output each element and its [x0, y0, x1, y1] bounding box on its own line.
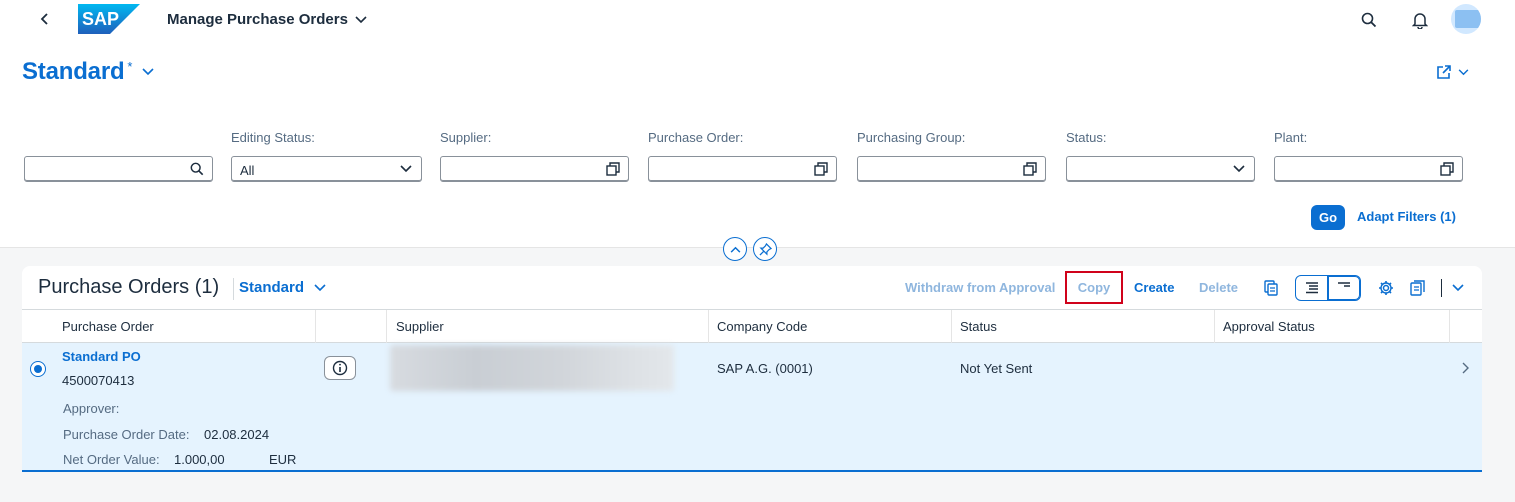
- copy-rows-icon[interactable]: [1260, 277, 1282, 299]
- filter-editing-status: Editing Status: All: [231, 130, 422, 182]
- supplier-input[interactable]: [440, 156, 629, 182]
- variant-selector[interactable]: Standard *: [22, 58, 155, 86]
- editing-status-value: All: [240, 163, 255, 178]
- filter-search: [24, 130, 213, 182]
- avatar[interactable]: [1451, 4, 1481, 34]
- search-input[interactable]: [24, 156, 213, 182]
- column-header-approval-status[interactable]: Approval Status: [1215, 310, 1450, 343]
- plant-input[interactable]: [1274, 156, 1463, 182]
- svg-text:SAP: SAP: [82, 9, 119, 29]
- value-help-icon[interactable]: [1439, 161, 1455, 177]
- table-variant-label: Standard: [239, 279, 305, 296]
- company-code-value: SAP A.G. (0001): [717, 361, 813, 376]
- table-row[interactable]: Standard PO 4500070413 SAP A.G. (0001) N…: [22, 343, 1482, 472]
- po-date-label: Purchase Order Date:: [63, 427, 190, 442]
- export-icon[interactable]: [1407, 277, 1429, 299]
- status-label: Status:: [1066, 130, 1107, 145]
- toolbar-divider: [1441, 279, 1442, 297]
- column-header-status[interactable]: Status: [952, 310, 1215, 343]
- currency: EUR: [269, 452, 297, 467]
- purchase-orders-table: Purchase Orders (1) Standard Withdraw fr…: [22, 266, 1482, 472]
- search-icon[interactable]: [1358, 9, 1380, 31]
- chevron-down-icon: [142, 68, 155, 76]
- column-header-actions: [316, 310, 387, 343]
- expand-rows-icon[interactable]: [1328, 275, 1361, 301]
- chevron-down-icon: [1231, 161, 1247, 177]
- chevron-right-icon[interactable]: [1458, 359, 1472, 377]
- status-select[interactable]: [1066, 156, 1255, 182]
- chevron-down-icon: [314, 283, 326, 291]
- net-value: 1.000,00: [174, 452, 225, 467]
- table-title: Purchase Orders (1): [38, 276, 220, 298]
- app-title: Manage Purchase Orders: [167, 11, 348, 28]
- column-header-supplier[interactable]: Supplier: [387, 310, 709, 343]
- purchasing-group-input[interactable]: [857, 156, 1046, 182]
- value-help-icon[interactable]: [1022, 161, 1038, 177]
- search-icon[interactable]: [189, 161, 205, 177]
- pin-icon: [758, 242, 772, 256]
- net-value-label: Net Order Value:: [63, 452, 160, 467]
- sap-logo: SAP: [78, 4, 140, 34]
- shell-bar: SAP Manage Purchase Orders: [0, 0, 1515, 40]
- pin-header-button[interactable]: [753, 237, 777, 261]
- adapt-filters-button[interactable]: Adapt Filters (1): [1357, 209, 1456, 224]
- info-icon: [332, 360, 348, 376]
- editing-status-select[interactable]: All: [231, 156, 422, 182]
- collapse-header-button[interactable]: [723, 237, 747, 261]
- variant-title: Standard: [22, 58, 125, 85]
- info-button[interactable]: [324, 356, 356, 380]
- approver-label: Approver:: [63, 401, 120, 416]
- settings-gear-icon[interactable]: [1375, 277, 1397, 299]
- purchase-order-input[interactable]: [648, 156, 837, 182]
- editing-status-label: Editing Status:: [231, 130, 315, 145]
- value-help-icon[interactable]: [605, 161, 621, 177]
- back-icon[interactable]: [34, 8, 56, 30]
- delete-button[interactable]: Delete: [1199, 280, 1238, 295]
- filter-plant: Plant:: [1274, 130, 1463, 182]
- plant-label: Plant:: [1274, 130, 1308, 145]
- filter-supplier: Supplier:: [440, 130, 629, 182]
- bell-icon[interactable]: [1409, 9, 1431, 31]
- filter-purchase-order: Purchase Order:: [648, 130, 837, 182]
- chevron-down-icon: [355, 15, 367, 23]
- view-toggle: [1295, 275, 1361, 301]
- purchase-order-label: Purchase Order:: [648, 130, 744, 145]
- collapse-rows-icon[interactable]: [1295, 275, 1328, 301]
- status-value: Not Yet Sent: [960, 361, 1033, 376]
- filter-status: Status:: [1066, 130, 1255, 182]
- app-title-menu[interactable]: Manage Purchase Orders: [167, 11, 367, 28]
- supplier-label: Supplier:: [440, 130, 492, 145]
- row-select-radio[interactable]: [30, 361, 46, 377]
- table-variant-selector[interactable]: Standard: [239, 279, 326, 296]
- value-help-icon[interactable]: [813, 161, 829, 177]
- go-button[interactable]: Go: [1311, 205, 1345, 230]
- share-icon: [1437, 65, 1451, 79]
- variant-modified-marker: *: [127, 58, 133, 74]
- share-button[interactable]: [1436, 64, 1469, 80]
- chevron-down-icon[interactable]: [1447, 277, 1469, 299]
- filter-purchasing-group: Purchasing Group:: [857, 130, 1046, 182]
- chevron-down-icon: [1458, 68, 1469, 75]
- column-header-purchase-order[interactable]: Purchase Order: [22, 310, 316, 343]
- create-button[interactable]: Create: [1134, 280, 1174, 295]
- chevron-up-icon: [730, 246, 740, 253]
- purchasing-group-label: Purchasing Group:: [857, 130, 966, 145]
- supplier-redacted: [390, 345, 674, 391]
- header-controls: [723, 237, 777, 261]
- withdraw-from-approval-button[interactable]: Withdraw from Approval: [905, 280, 1055, 295]
- copy-button[interactable]: Copy: [1065, 271, 1123, 304]
- po-date-value: 02.08.2024: [204, 427, 270, 442]
- chevron-down-icon: [398, 161, 414, 177]
- po-number: 4500070413: [62, 373, 135, 388]
- po-name-link[interactable]: Standard PO: [62, 349, 141, 364]
- table-header: Purchase Order Supplier Company Code Sta…: [22, 309, 1482, 343]
- page-header: Standard * Editing Status: All Supplier:: [0, 40, 1515, 248]
- column-header-company-code[interactable]: Company Code: [709, 310, 952, 343]
- title-separator: [233, 278, 234, 300]
